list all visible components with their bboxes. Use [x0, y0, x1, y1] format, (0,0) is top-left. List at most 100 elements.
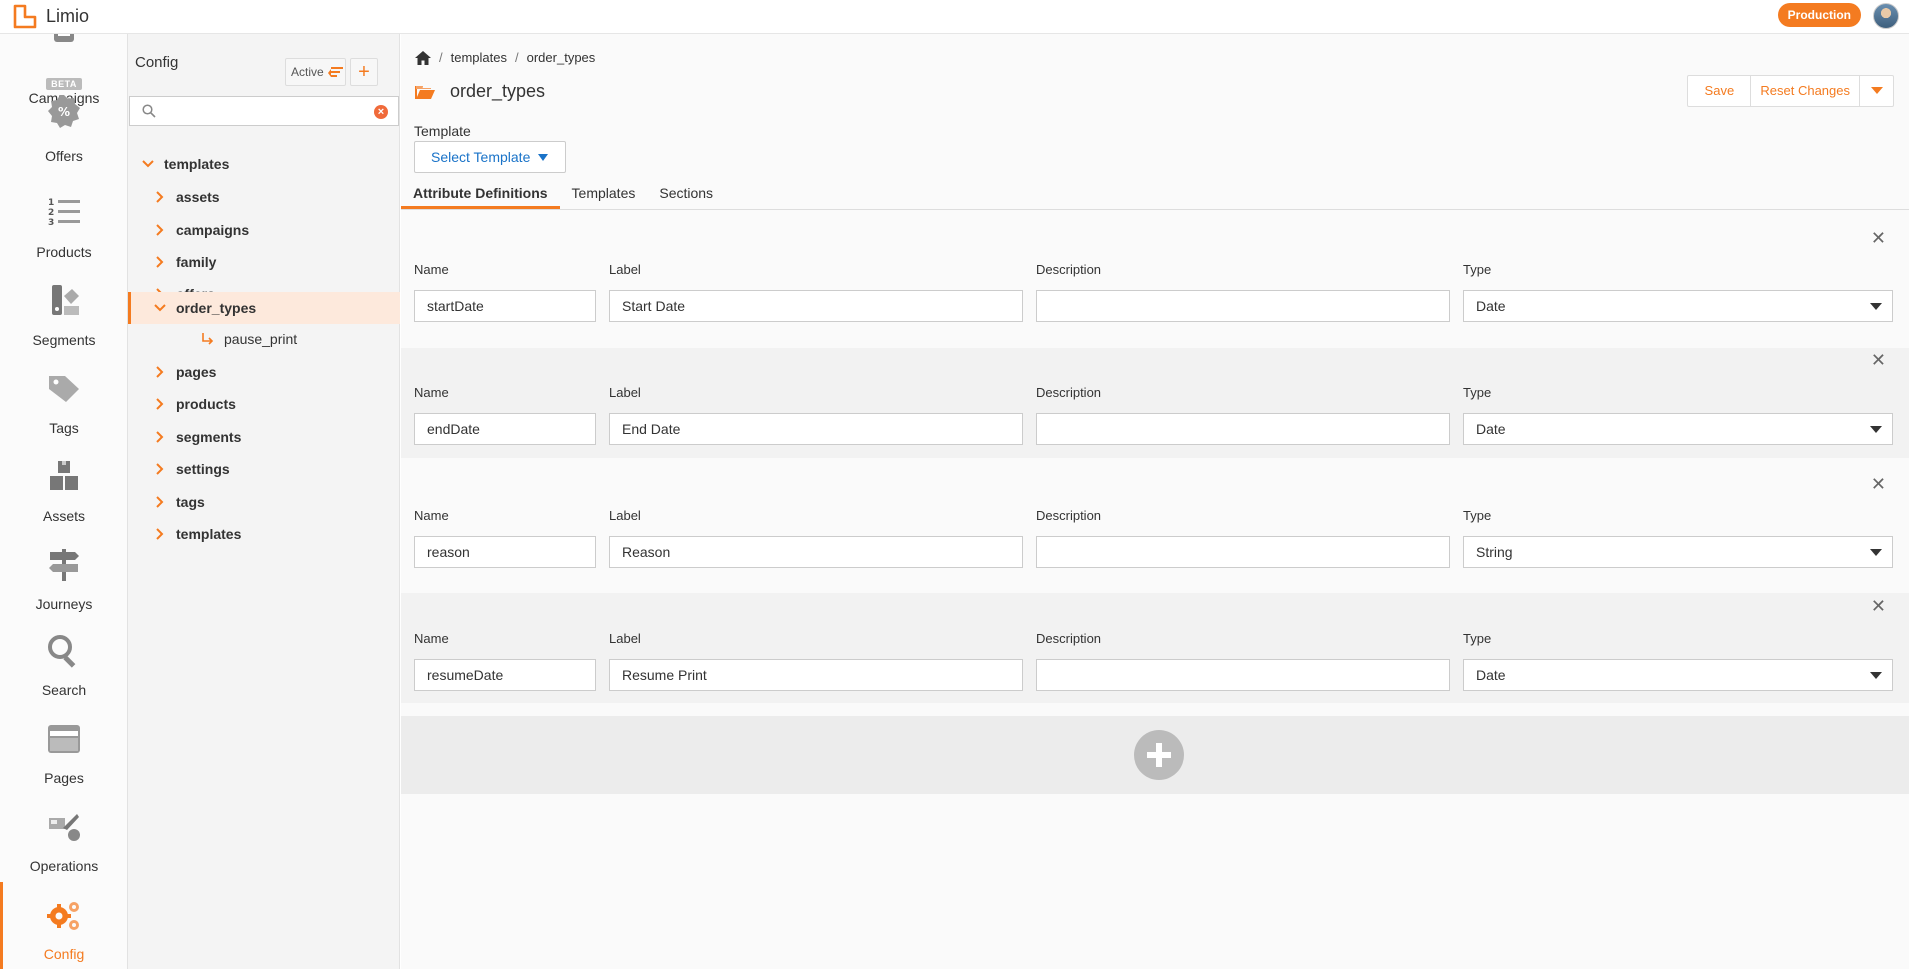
type-label: Type: [1463, 631, 1492, 646]
tree-item-templates[interactable]: templates: [128, 518, 400, 550]
remove-attribute-icon[interactable]: ✕: [1871, 474, 1886, 495]
reset-changes-button[interactable]: Reset Changes: [1751, 76, 1860, 106]
name-field[interactable]: endDate: [414, 413, 596, 445]
remove-attribute-icon[interactable]: ✕: [1871, 596, 1886, 617]
tree-item-pages[interactable]: pages: [128, 356, 400, 388]
tree-item-settings[interactable]: settings: [128, 453, 400, 485]
type-select[interactable]: String: [1463, 536, 1893, 568]
select-template-dropdown[interactable]: Select Template: [414, 141, 566, 173]
breadcrumb-item[interactable]: order_types: [527, 50, 596, 65]
svg-text:%: %: [58, 105, 70, 119]
attribute-row: ✕ Name Label Description Type resumeDate…: [401, 593, 1909, 703]
type-value: Date: [1476, 667, 1506, 683]
nav-item-offers[interactable]: BETA % Offers: [0, 74, 127, 164]
chevron-right-icon: [156, 256, 164, 268]
tree-item-label: pages: [176, 364, 217, 380]
tree-item-label: family: [176, 254, 217, 270]
label-label: Label: [609, 385, 641, 400]
environment-badge[interactable]: Production: [1777, 3, 1861, 27]
save-button[interactable]: Save: [1688, 76, 1752, 106]
tree-item-products[interactable]: products: [128, 388, 400, 420]
name-label: Name: [414, 508, 449, 523]
main-content: / templates / order_types order_types Sa…: [401, 34, 1909, 969]
select-template-text: Select Template: [431, 149, 531, 165]
tree-item-templates-root[interactable]: templates: [128, 148, 400, 180]
more-actions-dropdown[interactable]: [1860, 76, 1893, 106]
tab-templates[interactable]: Templates: [560, 178, 648, 209]
chevron-right-icon: [156, 224, 164, 236]
nav-item-assets[interactable]: Assets: [0, 458, 127, 524]
name-label: Name: [414, 631, 449, 646]
home-icon[interactable]: [415, 50, 431, 65]
logo[interactable]: Limio: [12, 4, 89, 30]
attribute-row: ✕ Name Label Description Type startDate …: [401, 224, 1909, 334]
clear-search-icon[interactable]: ×: [374, 105, 388, 119]
child-arrow-icon: [202, 333, 214, 345]
tree-item-family[interactable]: family: [128, 246, 400, 278]
nav-item-search[interactable]: Search: [0, 632, 127, 698]
nav-item-config[interactable]: Config: [0, 882, 127, 969]
tab-attribute-definitions[interactable]: Attribute Definitions: [401, 178, 560, 209]
tree-item-tags[interactable]: tags: [128, 486, 400, 518]
type-value: String: [1476, 544, 1513, 560]
breadcrumb-item[interactable]: templates: [451, 50, 507, 65]
nav-label: Journeys: [35, 596, 93, 612]
browser-window-icon: [48, 725, 80, 753]
type-select[interactable]: Date: [1463, 413, 1893, 445]
tree-item-campaigns[interactable]: campaigns: [128, 214, 400, 246]
label-field[interactable]: End Date: [609, 413, 1023, 445]
chevron-right-icon: [156, 191, 164, 203]
add-config-button[interactable]: +: [350, 58, 378, 86]
description-field[interactable]: [1036, 536, 1450, 568]
avatar[interactable]: [1873, 3, 1899, 29]
offer-percent-icon: %: [48, 95, 80, 128]
nav-item-products[interactable]: 123 Products: [0, 194, 127, 260]
tree-title: Config: [135, 53, 179, 71]
type-value: Date: [1476, 421, 1506, 437]
active-filter-label: Active: [291, 65, 324, 79]
label-label: Label: [609, 508, 641, 523]
limio-logo-icon: [13, 4, 37, 28]
nav-item-operations[interactable]: Operations: [0, 808, 127, 874]
description-field[interactable]: [1036, 413, 1450, 445]
nav-item-segments[interactable]: Segments: [0, 282, 127, 348]
gears-icon: [47, 902, 79, 930]
breadcrumb: / templates / order_types: [415, 50, 595, 65]
numbered-list-icon: 123: [48, 198, 80, 228]
tree-item-label: order_types: [176, 300, 257, 316]
label-field[interactable]: Reason: [609, 536, 1023, 568]
tree-search-input[interactable]: [160, 101, 360, 121]
name-field[interactable]: resumeDate: [414, 659, 596, 691]
description-label: Description: [1036, 385, 1102, 400]
description-field[interactable]: [1036, 290, 1450, 322]
active-filter-button[interactable]: Active: [285, 58, 346, 86]
description-field[interactable]: [1036, 659, 1450, 691]
add-attribute-button[interactable]: [1134, 730, 1184, 780]
nav-item-pages[interactable]: Pages: [0, 720, 127, 786]
nav-item-journeys[interactable]: Journeys: [0, 546, 127, 612]
name-field[interactable]: reason: [414, 536, 596, 568]
tree-item-label: assets: [176, 189, 220, 205]
remove-attribute-icon[interactable]: ✕: [1871, 350, 1886, 371]
tree-item-pause-print[interactable]: pause_print: [128, 323, 400, 355]
nav-label: Assets: [42, 508, 85, 524]
label-field[interactable]: Start Date: [609, 290, 1023, 322]
tree-item-assets[interactable]: assets: [128, 181, 400, 213]
page-title: order_types: [415, 81, 545, 102]
svg-text:2: 2: [48, 208, 54, 218]
name-field[interactable]: startDate: [414, 290, 596, 322]
remove-attribute-icon[interactable]: ✕: [1871, 228, 1886, 249]
tree-item-label: campaigns: [176, 222, 250, 238]
tree-item-segments[interactable]: segments: [128, 421, 400, 453]
svg-text:3: 3: [48, 218, 54, 228]
type-select[interactable]: Date: [1463, 659, 1893, 691]
tabs: Attribute Definitions Templates Sections: [401, 178, 1909, 210]
attribute-row: ✕ Name Label Description Type endDate En…: [401, 348, 1909, 458]
label-field[interactable]: Resume Print: [609, 659, 1023, 691]
nav-item-tags[interactable]: Tags: [0, 370, 127, 436]
operations-icon: [49, 814, 80, 841]
type-select[interactable]: Date: [1463, 290, 1893, 322]
type-label: Type: [1463, 385, 1492, 400]
tree-item-order-types[interactable]: order_types: [128, 292, 400, 324]
tab-sections[interactable]: Sections: [647, 178, 725, 209]
